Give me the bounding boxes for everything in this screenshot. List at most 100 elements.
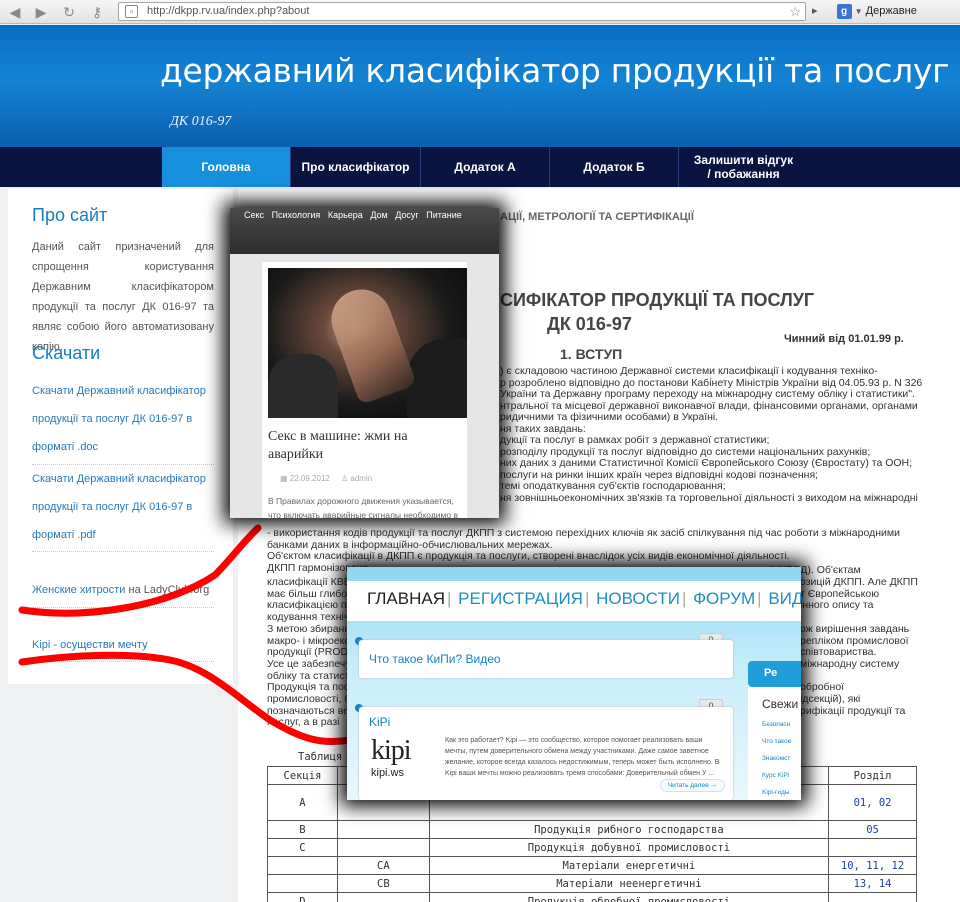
ladyclub-nav: Секс Психология Карьера Дом Досуг Питани… bbox=[244, 210, 467, 220]
ladyclub-nav-item[interactable]: Психология bbox=[272, 210, 321, 220]
table-cell-division[interactable]: 01, 02 bbox=[828, 784, 917, 821]
kipi-logo-text: kipi bbox=[371, 735, 412, 766]
text-line: них даних з даними Статистичної Комісії … bbox=[500, 457, 913, 469]
kipi-nav-register[interactable]: РЕГИСТРАЦИЯ bbox=[458, 589, 583, 608]
arrow-icon: ▸ bbox=[812, 5, 818, 17]
ad-ladyclub[interactable]: Женские хитрости на LadyClub.org bbox=[32, 584, 209, 596]
download-doc-link[interactable]: Скачати Державний класифікатор продукції… bbox=[32, 377, 217, 461]
table-cell-name: Продукція рибного господарства bbox=[428, 820, 830, 839]
download-pdf-link[interactable]: Скачати Державний класифікатор продукції… bbox=[32, 465, 217, 549]
table-header-cell: Секція bbox=[267, 766, 338, 785]
main-menu: Головна Про класифікатор Додаток А Додат… bbox=[0, 147, 960, 187]
sidebar: Про сайт Даний сайт призначений для спро… bbox=[8, 189, 233, 684]
dropdown-icon[interactable]: ▼ bbox=[855, 7, 863, 16]
table-cell-sub: CA bbox=[336, 856, 430, 875]
kipi-post-main[interactable]: KiPi kipi kipi.ws Как это работает? Kipi… bbox=[359, 707, 733, 800]
kipi-logo: kipi kipi.ws bbox=[371, 735, 433, 797]
table-cell-sub: CB bbox=[336, 874, 430, 893]
table-row: D Продукція обробної промисловості bbox=[267, 892, 917, 902]
table-row: CA Матеріали енергетичні 10, 11, 12 bbox=[267, 856, 917, 875]
text-line: інного опису та bbox=[800, 599, 874, 612]
ladyclub-nav-item[interactable]: Карьера bbox=[328, 210, 363, 220]
table-cell-name: Матеріали енергетичні bbox=[428, 856, 830, 875]
sidebar-link[interactable]: Курс KiPi bbox=[762, 772, 789, 779]
text-line: - використання кодів продукції та послуг… bbox=[267, 527, 900, 539]
table-cell-sub bbox=[336, 838, 430, 857]
download-heading: Скачати bbox=[32, 343, 101, 363]
about-heading: Про сайт bbox=[32, 205, 108, 225]
reload-icon[interactable]: ↻ bbox=[60, 3, 78, 21]
post-title[interactable]: Что такое КиПи? Видео bbox=[369, 652, 501, 666]
sidebar-link[interactable]: Знакомст bbox=[762, 755, 790, 762]
article-photo[interactable] bbox=[268, 268, 467, 418]
address-bar[interactable]: ▫ http://dkpp.rv.ua/index.php?about ☆ bbox=[118, 2, 806, 21]
ladyclub-nav-item[interactable]: Питание bbox=[426, 210, 462, 220]
ad-kipi-link[interactable]: Kipi - осуществи мечту bbox=[32, 639, 148, 651]
photo-seat bbox=[268, 354, 338, 418]
kipi-popup[interactable]: ГЛАВНАЯ | РЕГИСТРАЦИЯ | НОВОСТИ | ФОРУМ | ВИ… bbox=[347, 567, 801, 800]
kipi-nav: ГЛАВНАЯ | РЕГИСТРАЦИЯ | НОВОСТИ | ФОРУМ | ВИ… bbox=[367, 589, 801, 609]
site-subtitle: ДК 016-97 bbox=[170, 114, 232, 129]
menu-item-feedback[interactable]: Залишити відгук / побажання bbox=[678, 147, 808, 187]
ladyclub-nav-item[interactable]: Секс bbox=[244, 210, 264, 220]
sidebar-link[interactable]: Kipi-гиды bbox=[762, 789, 789, 796]
table-cell-name: Матеріали неенергетичні bbox=[428, 874, 830, 893]
text-line: ня зовнішньоекономічних зв'язків та торг… bbox=[500, 491, 918, 504]
kipi-nav-forum[interactable]: ФОРУМ bbox=[693, 589, 755, 608]
divider bbox=[32, 661, 214, 662]
text-line: З метою збирання bbox=[267, 622, 356, 635]
menu-item-home[interactable]: Головна bbox=[162, 147, 290, 187]
sidebar-link[interactable]: Что такое bbox=[762, 738, 791, 745]
doc-top-heading: АЦІЇ, МЕТРОЛОГІЇ ТА СЕРТИФІКАЦІЇ bbox=[500, 211, 694, 223]
kipi-nav-home[interactable]: ГЛАВНАЯ bbox=[367, 589, 445, 608]
forward-icon[interactable]: ▶ bbox=[32, 3, 50, 21]
back-icon[interactable]: ◀ bbox=[6, 3, 24, 21]
table-cell-division[interactable]: 13, 14 bbox=[828, 874, 917, 893]
table-caption: Таблиця bbox=[298, 751, 343, 763]
ladyclub-nav-item[interactable]: Дом bbox=[370, 210, 387, 220]
table-cell-section bbox=[267, 856, 338, 875]
valid-from: Чинний від 01.01.99 р. bbox=[784, 333, 904, 345]
search-box[interactable]: ▸ g ▼ Державне управлінн bbox=[812, 2, 960, 36]
ladyclub-popup[interactable]: Секс Психология Карьера Дом Досуг Питани… bbox=[230, 208, 499, 518]
key-icon[interactable]: ⚷ bbox=[88, 3, 106, 21]
text-line: ідсекцій), які bbox=[800, 693, 861, 705]
text-line: ) є складовою частиною Державної системи… bbox=[500, 365, 878, 377]
kipi-post-video[interactable]: Что такое КиПи? Видео bbox=[359, 640, 733, 678]
table-cell-division[interactable] bbox=[828, 892, 917, 902]
post-description: Как это работает? Kipi — это сообщество,… bbox=[445, 737, 720, 777]
table-cell-division[interactable]: 05 bbox=[828, 820, 917, 839]
text-line: дукції та послуг в рамках робіт з держав… bbox=[500, 434, 770, 446]
post-title[interactable]: KiPi bbox=[369, 715, 390, 729]
sidebar-link[interactable]: Безопасн bbox=[762, 721, 790, 728]
menu-item-appendix-a[interactable]: Додаток А bbox=[420, 147, 549, 187]
kipi-nav-news[interactable]: НОВОСТИ bbox=[596, 589, 680, 608]
table-cell-section: A bbox=[267, 784, 338, 821]
text-line: України та Державну програму переходу на… bbox=[500, 388, 915, 400]
kipi-sidebar: Ре Свежи Безопасн Что такое Знакомст Кур… bbox=[748, 661, 801, 800]
text-line: Усе це забезпечу bbox=[267, 657, 351, 670]
ladyclub-article-card[interactable]: Секс в машине: жми на аварийки ▦ 22.09.2… bbox=[262, 262, 467, 518]
text-line: ридичними та фізичними особами) в Україн… bbox=[500, 411, 719, 423]
read-more-button[interactable]: Читать далее → bbox=[659, 779, 725, 792]
bookmark-star-icon[interactable]: ☆ bbox=[789, 3, 801, 20]
ad-ladyclub-suffix: на LadyClub.org bbox=[128, 584, 210, 596]
article-title[interactable]: Секс в машине: жми на аварийки bbox=[268, 428, 463, 464]
article-excerpt: В Правилах дорожного движения указываетс… bbox=[268, 496, 458, 518]
table-row: C Продукція добувної промисловості bbox=[267, 838, 917, 857]
table-cell-division[interactable]: 10, 11, 12 bbox=[828, 856, 917, 875]
register-button[interactable]: Ре bbox=[748, 661, 801, 687]
ad-ladyclub-link[interactable]: Женские хитрости bbox=[32, 584, 125, 596]
google-icon: g bbox=[836, 4, 852, 19]
table-cell-division[interactable] bbox=[828, 838, 917, 857]
site-title: державний класифікатор продукції та посл… bbox=[160, 51, 950, 90]
calendar-icon: ▦ bbox=[280, 474, 288, 483]
ladyclub-nav-item[interactable]: Досуг bbox=[395, 210, 418, 220]
kipi-nav-video[interactable]: ВИДЕ bbox=[768, 589, 801, 608]
menu-item-about[interactable]: Про класифікатор bbox=[290, 147, 420, 187]
text-line: співтовариства. bbox=[800, 646, 877, 659]
table-cell-name: Продукція добувної промисловості bbox=[428, 838, 830, 857]
table-cell-name: Продукція обробної промисловості bbox=[428, 892, 830, 902]
menu-item-appendix-b[interactable]: Додаток Б bbox=[549, 147, 678, 187]
table-cell-section: B bbox=[267, 820, 338, 839]
